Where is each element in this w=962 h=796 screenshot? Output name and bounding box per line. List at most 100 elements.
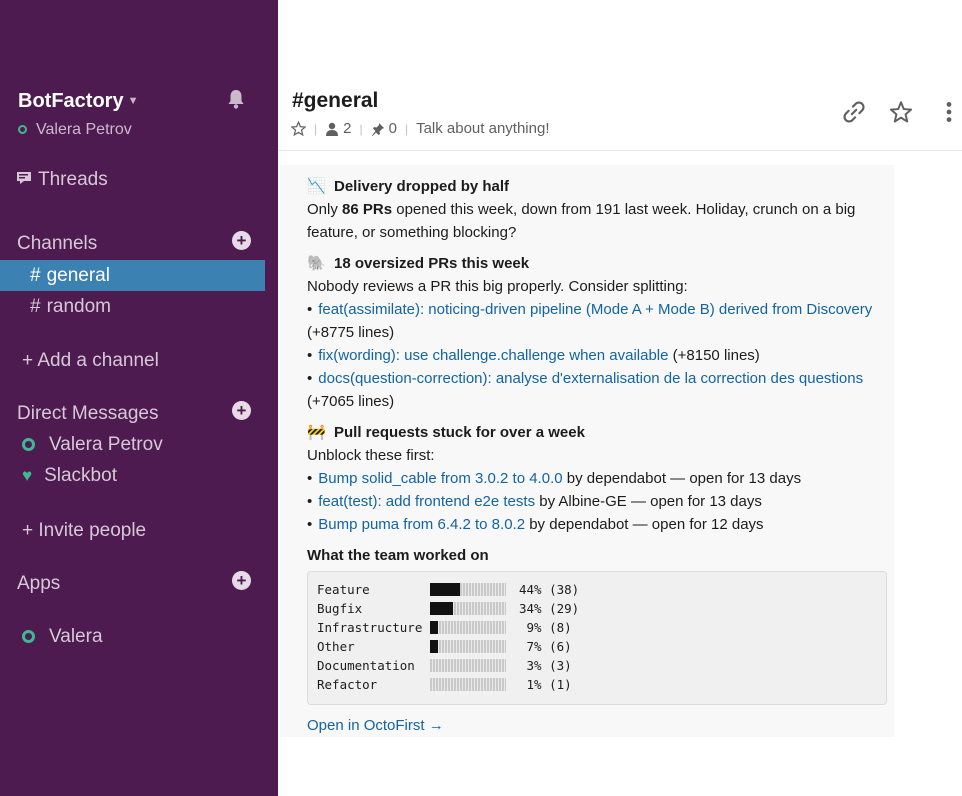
sidebar-item-general[interactable]: # general	[0, 260, 265, 291]
dm-label[interactable]: Slackbot	[44, 465, 117, 486]
pr-link[interactable]: Bump puma from 6.4.2 to 8.0.2	[318, 516, 525, 533]
stat-row: Feature 44% (38)	[317, 580, 877, 599]
app-item-valera[interactable]: Valera	[22, 626, 103, 648]
stat-label: Refactor	[317, 677, 378, 692]
more-vertical-icon[interactable]	[936, 98, 962, 126]
bullet: •	[307, 347, 313, 364]
stat-label: Infrastructure	[317, 620, 423, 635]
dm-item-slackbot[interactable]: ♥ Slackbot	[22, 465, 117, 487]
pins-count[interactable]: 0	[389, 120, 397, 137]
apps-heading[interactable]: Apps	[17, 573, 60, 595]
dm-item-valera-petrov[interactable]: Valera Petrov	[22, 434, 163, 456]
members-count[interactable]: 2	[343, 120, 351, 137]
list-item: • feat(test): add frontend e2e tests by A…	[307, 490, 894, 513]
section-heading: 🐘 18 oversized PRs this week	[307, 252, 894, 275]
channel-title[interactable]: #general	[292, 89, 378, 113]
bell-icon[interactable]	[226, 88, 246, 110]
stat-value: 44% (38)	[519, 582, 580, 597]
presence-icon	[22, 630, 35, 643]
pr-suffix: by Albine-GE — open for 13 days	[535, 493, 762, 510]
stat-label: Documentation	[317, 658, 415, 673]
meta-separator: |	[359, 121, 363, 136]
meta-separator: |	[314, 121, 318, 136]
section-intro: Unblock these first:	[307, 447, 435, 464]
threads-icon	[17, 172, 31, 184]
bullet: •	[307, 470, 313, 487]
stat-bar	[430, 602, 506, 615]
pr-link[interactable]: docs(question-correction): analyse d'ext…	[318, 370, 863, 387]
work-stats-block: Feature 44% (38) Bugfix 34% (29) Infrastruct…	[307, 571, 887, 705]
bullet: •	[307, 493, 313, 510]
stat-bar-fill	[430, 640, 438, 653]
stat-bar	[430, 659, 506, 672]
list-item: • Bump solid_cable from 3.0.2 to 4.0.0 by…	[307, 467, 894, 490]
pr-link[interactable]: fix(wording): use challenge.challenge wh…	[318, 347, 668, 364]
header-divider	[278, 150, 962, 151]
list-item: • feat(assimilate): noticing-driven pipel…	[307, 298, 894, 344]
stat-value: 7% (6)	[519, 639, 572, 654]
list-item: • fix(wording): use challenge.challenge w…	[307, 344, 894, 367]
members-icon[interactable]	[325, 122, 339, 136]
star-outline-icon[interactable]	[291, 121, 306, 136]
list-item: • Bump puma from 6.4.2 to 8.0.2 by depend…	[307, 513, 894, 536]
chart-decreasing-icon: 📉	[307, 178, 326, 195]
channel-meta: | 2 | 0 | Talk about anything!	[291, 120, 550, 137]
body-bold: 86 PRs	[342, 201, 393, 218]
body-text: Only	[307, 201, 343, 218]
section-title: Delivery dropped by half	[334, 178, 510, 195]
bullet: •	[307, 516, 313, 533]
stat-bar	[430, 640, 506, 653]
sidebar-item-threads[interactable]: Threads	[17, 169, 108, 191]
presence-icon	[18, 125, 27, 134]
meta-separator: |	[404, 121, 409, 136]
open-in-octofirst-link[interactable]: Open in OctoFirst →	[307, 714, 894, 737]
sidebar-item-random[interactable]: # random	[0, 291, 265, 322]
add-app-icon[interactable]: +	[232, 571, 251, 590]
stat-label: Bugfix	[317, 601, 363, 616]
pr-link[interactable]: feat(assimilate): noticing-driven pipeli…	[318, 301, 872, 318]
direct-messages-heading[interactable]: Direct Messages	[17, 403, 159, 425]
stat-bar-fill	[430, 583, 461, 596]
channel-label[interactable]: random	[47, 296, 111, 317]
invite-people-link[interactable]: + Invite people	[22, 520, 146, 542]
section-body: Only 86 PRs opened this week, down from …	[307, 198, 894, 244]
bullet: •	[307, 370, 313, 387]
pr-link[interactable]: feat(test): add frontend e2e tests	[318, 493, 535, 510]
stat-bar-fill	[430, 602, 453, 615]
current-user: Valera Petrov	[18, 121, 132, 139]
stat-label: Other	[317, 639, 355, 654]
hash-icon: #	[30, 296, 41, 317]
pr-link[interactable]: Bump solid_cable from 3.0.2 to 4.0.0	[318, 470, 562, 487]
pin-icon[interactable]	[371, 122, 385, 136]
channels-heading[interactable]: Channels	[17, 233, 97, 255]
stat-label: Feature	[317, 582, 370, 597]
bot-message: 📉 Delivery dropped by half Only 86 PRs op…	[280, 165, 894, 737]
team-menu[interactable]: BotFactory ▼	[18, 90, 138, 113]
stat-bar	[430, 583, 506, 596]
bullet: •	[307, 301, 313, 318]
channel-label[interactable]: general	[47, 265, 110, 286]
stat-value: 9% (8)	[519, 620, 572, 635]
add-channel-link[interactable]: + Add a channel	[22, 350, 159, 372]
pr-suffix: (+7065 lines)	[307, 393, 395, 410]
add-channel-icon[interactable]: +	[232, 231, 251, 250]
star-icon[interactable]	[888, 98, 914, 126]
section-heading: 📉 Delivery dropped by half	[307, 175, 894, 198]
link-icon[interactable]	[841, 98, 867, 126]
stat-row: Documentation 3% (3)	[317, 656, 877, 675]
dm-label[interactable]: Valera Petrov	[49, 434, 163, 455]
chevron-down-icon[interactable]: ▼	[128, 95, 139, 107]
stat-row: Bugfix 34% (29)	[317, 599, 877, 618]
add-dm-icon[interactable]: +	[232, 401, 251, 420]
hash-icon: #	[30, 265, 41, 286]
channel-topic[interactable]: Talk about anything!	[416, 120, 549, 137]
stat-value: 34% (29)	[519, 601, 580, 616]
team-name[interactable]: BotFactory	[18, 90, 124, 112]
app-label[interactable]: Valera	[49, 626, 103, 647]
threads-label[interactable]: Threads	[38, 169, 108, 190]
stat-bar-fill	[430, 621, 438, 634]
section-title: Pull requests stuck for over a week	[334, 424, 585, 441]
stat-value: 3% (3)	[519, 658, 572, 673]
pr-suffix: (+8775 lines)	[307, 324, 395, 341]
elephant-icon: 🐘	[307, 255, 326, 272]
